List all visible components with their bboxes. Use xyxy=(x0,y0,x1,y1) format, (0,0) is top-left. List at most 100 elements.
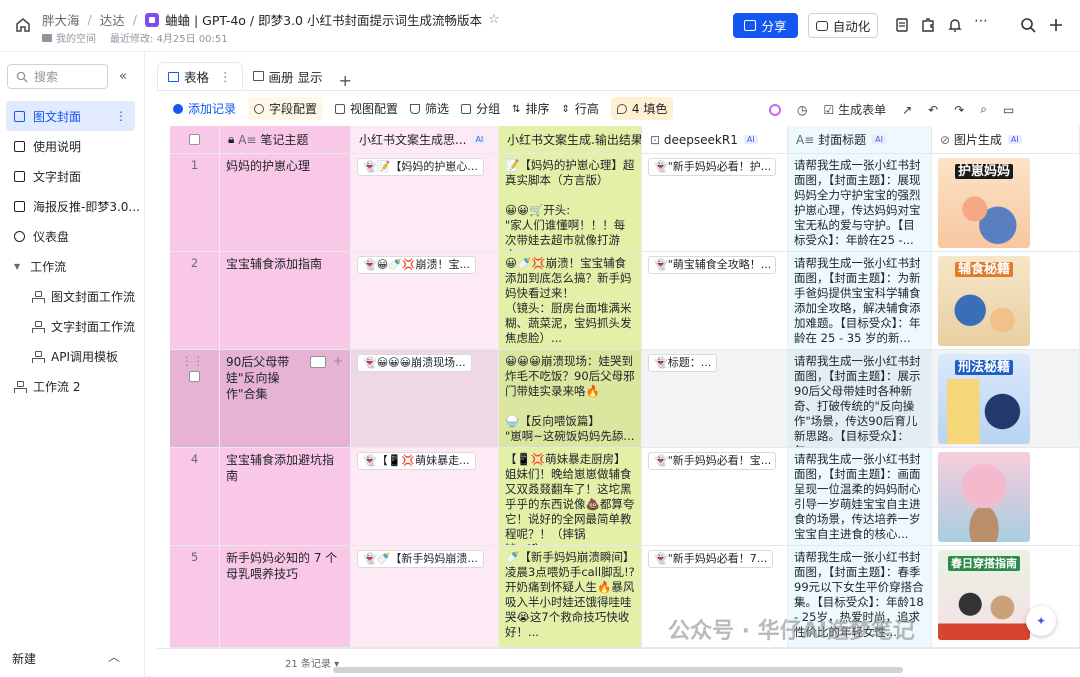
generated-cover-image[interactable] xyxy=(938,452,1030,542)
share-button[interactable]: 分享 xyxy=(733,13,798,38)
output-cell[interactable]: 【📱💢萌妹暴走厨房】姐妹们！晚给崽崽做辅食又双叒叕翻车了！这坨黑乎乎的东西说像💩… xyxy=(499,448,642,545)
search-icon[interactable] xyxy=(1019,16,1037,34)
record-count[interactable]: 21 条记录 ▾ xyxy=(285,655,339,670)
ai-assistant-icon[interactable] xyxy=(769,103,781,116)
comment-icon[interactable]: ▭ xyxy=(1003,103,1014,117)
document-icon[interactable] xyxy=(893,16,911,34)
linked-record-pill[interactable]: 👻"萌宝辅食全攻略！... xyxy=(648,256,776,274)
topic-cell[interactable]: 新手妈妈必知的 7 个母乳喂养技巧 xyxy=(220,546,351,647)
caret-down-icon[interactable]: ▼ xyxy=(14,262,20,271)
bell-icon[interactable] xyxy=(946,16,964,34)
linked-record-pill[interactable]: 👻😀🍼💢崩溃！宝... xyxy=(357,256,477,274)
linked-record-pill[interactable]: 👻📝【妈妈的护崽心... xyxy=(357,158,484,176)
select-all-checkbox[interactable] xyxy=(170,126,220,154)
column-header-image[interactable]: ⊘ 图片生成 AI xyxy=(932,126,1080,154)
generate-form-button[interactable]: ☑ 生成表单 xyxy=(823,101,886,118)
linked-record-pill[interactable]: 👻😀😀😀崩溃现场... xyxy=(357,354,472,372)
sidebar-item-cover-table[interactable]: 图文封面 ⋮ xyxy=(6,101,135,131)
undo-icon[interactable]: ↶ xyxy=(928,103,938,117)
row-checkbox[interactable] xyxy=(189,371,200,382)
linked-record-pill[interactable]: 👻标题：... xyxy=(648,354,718,372)
column-header-think[interactable]: 小红书文案生成思... AI xyxy=(351,126,499,154)
linked-record-pill[interactable]: 👻【📱💢萌妹暴走... xyxy=(357,452,476,470)
think-cell[interactable]: 👻😀😀😀崩溃现场... xyxy=(351,350,499,447)
sidebar-item-text-cover[interactable]: 文字封面 xyxy=(0,161,145,191)
fill-color-button[interactable]: 4 填色 xyxy=(610,97,674,120)
chevron-up-icon[interactable]: ︿ xyxy=(108,648,120,665)
image-cell[interactable]: 护崽妈妈 xyxy=(932,154,1080,251)
drag-handle-icon[interactable]: ⋮⋮ xyxy=(181,354,204,368)
column-header-output[interactable]: 小红书文案生成.输出结果 xyxy=(499,126,642,154)
linked-record-pill[interactable]: 👻🍼【新手妈妈崩溃... xyxy=(357,550,484,568)
sort-button[interactable]: ⇅ 排序 xyxy=(512,100,549,117)
redo-icon[interactable]: ↷ xyxy=(954,103,964,117)
table-row[interactable]: 2 宝宝辅食添加指南 👻😀🍼💢崩溃！宝... 😀🍼💢崩溃！宝宝辅食添加到底怎么搞… xyxy=(170,252,1080,350)
linked-record-pill[interactable]: 👻"新手妈妈必看！宝... xyxy=(648,452,776,470)
think-cell[interactable]: 👻【📱💢萌妹暴走... xyxy=(351,448,499,545)
column-header-deepseek[interactable]: ⊡ deepseekR1 AI xyxy=(642,126,788,154)
sidebar-item-dashboard[interactable]: 仪表盘 xyxy=(0,221,145,251)
horizontal-scrollbar[interactable] xyxy=(333,667,903,673)
new-button[interactable]: 新建 xyxy=(12,650,36,667)
linked-record-pill[interactable]: 👻"新手妈妈必看！护... xyxy=(648,158,776,176)
output-cell[interactable]: 😀🍼💢崩溃！宝宝辅食添加到底怎么搞？新手妈妈快看过来！ （镜头：厨房台面堆满米糊… xyxy=(499,252,642,349)
more-icon[interactable]: ⋮ xyxy=(115,109,127,123)
topic-cell[interactable]: 90后父母带娃"反向操作"合集 + xyxy=(220,350,351,447)
automate-button[interactable]: 自动化 xyxy=(808,13,878,38)
tab-table[interactable]: 表格 ⋮ xyxy=(157,62,243,90)
find-icon[interactable]: ⌕ xyxy=(980,102,987,117)
output-cell[interactable]: 📝【妈妈的护崽心理】超真实脚本（方言版） 😀😀🛒开头: "家人们谁懂啊！！！每次… xyxy=(499,154,642,251)
sidebar-item-workflow[interactable]: ▼ 工作流 xyxy=(0,251,145,281)
doc-location[interactable]: 我的空间 xyxy=(56,30,96,45)
deepseek-cell[interactable]: 👻"萌宝辅食全攻略！... xyxy=(642,252,788,349)
deepseek-cell[interactable]: 👻"新手妈妈必看！宝... xyxy=(642,448,788,545)
cover-title-cell[interactable]: 请帮我生成一张小红书封面图，【封面主题】：画面呈现一位温柔的妈妈耐心引导一岁萌娃… xyxy=(788,448,932,545)
table-row[interactable]: 1 妈妈的护崽心理 👻📝【妈妈的护崽心... 📝【妈妈的护崽心理】超真实脚本（方… xyxy=(170,154,1080,252)
document-title[interactable]: 蛐蛐 | GPT-4o / 即梦3.0 小红书封面提示词生成流畅版本 xyxy=(165,10,482,29)
column-header-topic[interactable]: 🔒︎ A≡ 笔记主题 xyxy=(220,126,351,154)
breadcrumb-space[interactable]: 达达 xyxy=(100,10,125,29)
generated-cover-image[interactable]: 刑法秘籍 xyxy=(938,354,1030,444)
breadcrumb-owner[interactable]: 胖大海 xyxy=(42,10,80,29)
more-icon[interactable]: ⋮ xyxy=(219,69,232,84)
ai-sparkle-button[interactable]: ✦ xyxy=(1026,606,1056,636)
cover-title-cell[interactable]: 请帮我生成一张小红书封面图，【封面主题】：展现妈妈全力守护宝宝的强烈护崽心理，传… xyxy=(788,154,932,251)
add-icon[interactable]: + xyxy=(333,353,343,369)
generated-cover-image[interactable]: 护崽妈妈 xyxy=(938,158,1030,248)
deepseek-cell[interactable]: 👻"新手妈妈必看！护... xyxy=(642,154,788,251)
deepseek-cell[interactable]: 👻标题：... xyxy=(642,350,788,447)
view-config-button[interactable]: 视图配置 xyxy=(335,100,398,117)
star-icon[interactable]: ☆ xyxy=(488,12,500,27)
topic-cell[interactable]: 妈妈的护崽心理 xyxy=(220,154,351,251)
group-button[interactable]: 分组 xyxy=(461,100,500,117)
add-view-icon[interactable]: + xyxy=(339,71,352,90)
table-row[interactable]: 4 宝宝辅食添加避坑指南 👻【📱💢萌妹暴走... 【📱💢萌妹暴走厨房】姐妹们！晚… xyxy=(170,448,1080,546)
think-cell[interactable]: 👻😀🍼💢崩溃！宝... xyxy=(351,252,499,349)
generated-cover-image[interactable]: 辅食秘籍 xyxy=(938,256,1030,346)
think-cell[interactable]: 👻🍼【新手妈妈崩溃... xyxy=(351,546,499,647)
sidebar-item-text-workflow[interactable]: 文字封面工作流 xyxy=(0,311,145,341)
generated-cover-image[interactable]: 春日穿搭指南 xyxy=(938,550,1030,640)
sidebar-item-poster[interactable]: 海报反推-即梦3.0... xyxy=(0,191,145,221)
sidebar-item-cover-workflow[interactable]: 图文封面工作流 xyxy=(0,281,145,311)
field-config-button[interactable]: 字段配置 xyxy=(248,97,324,120)
expand-record-icon[interactable] xyxy=(310,356,326,368)
linked-record-pill[interactable]: 👻"新手妈妈必看！7... xyxy=(648,550,774,568)
column-header-cover-title[interactable]: A≡ 封面标题 AI xyxy=(788,126,932,154)
think-cell[interactable]: 👻📝【妈妈的护崽心... xyxy=(351,154,499,251)
sidebar-item-workflow-2[interactable]: 工作流 2 xyxy=(0,371,145,401)
filter-button[interactable]: 筛选 xyxy=(410,100,449,117)
home-icon[interactable] xyxy=(14,16,32,34)
plus-icon[interactable] xyxy=(1047,16,1065,34)
clock-icon[interactable]: ◷ xyxy=(797,103,807,117)
row-height-button[interactable]: ⇕ 行高 xyxy=(561,100,598,117)
plugin-icon[interactable] xyxy=(919,16,937,34)
table-row[interactable]: 5 新手妈妈必知的 7 个母乳喂养技巧 👻🍼【新手妈妈崩溃... 🍼【新手妈妈崩… xyxy=(170,546,1080,648)
cover-title-cell[interactable]: 请帮我生成一张小红书封面图，【封面主题】：为新手爸妈提供宝宝科学辅食添加全攻略，… xyxy=(788,252,932,349)
sidebar-search-input[interactable]: 搜索 xyxy=(7,64,108,89)
image-cell[interactable] xyxy=(932,448,1080,545)
image-cell[interactable]: 刑法秘籍 xyxy=(932,350,1080,447)
topic-cell[interactable]: 宝宝辅食添加避坑指南 xyxy=(220,448,351,545)
add-record-button[interactable]: 添加记录 xyxy=(173,100,236,117)
output-cell[interactable]: 😀😀😀崩溃现场：娃哭到炸毛不吃饭？90后父母邪门带娃实录来咯🔥 🍚【反向喂饭篇】… xyxy=(499,350,642,447)
